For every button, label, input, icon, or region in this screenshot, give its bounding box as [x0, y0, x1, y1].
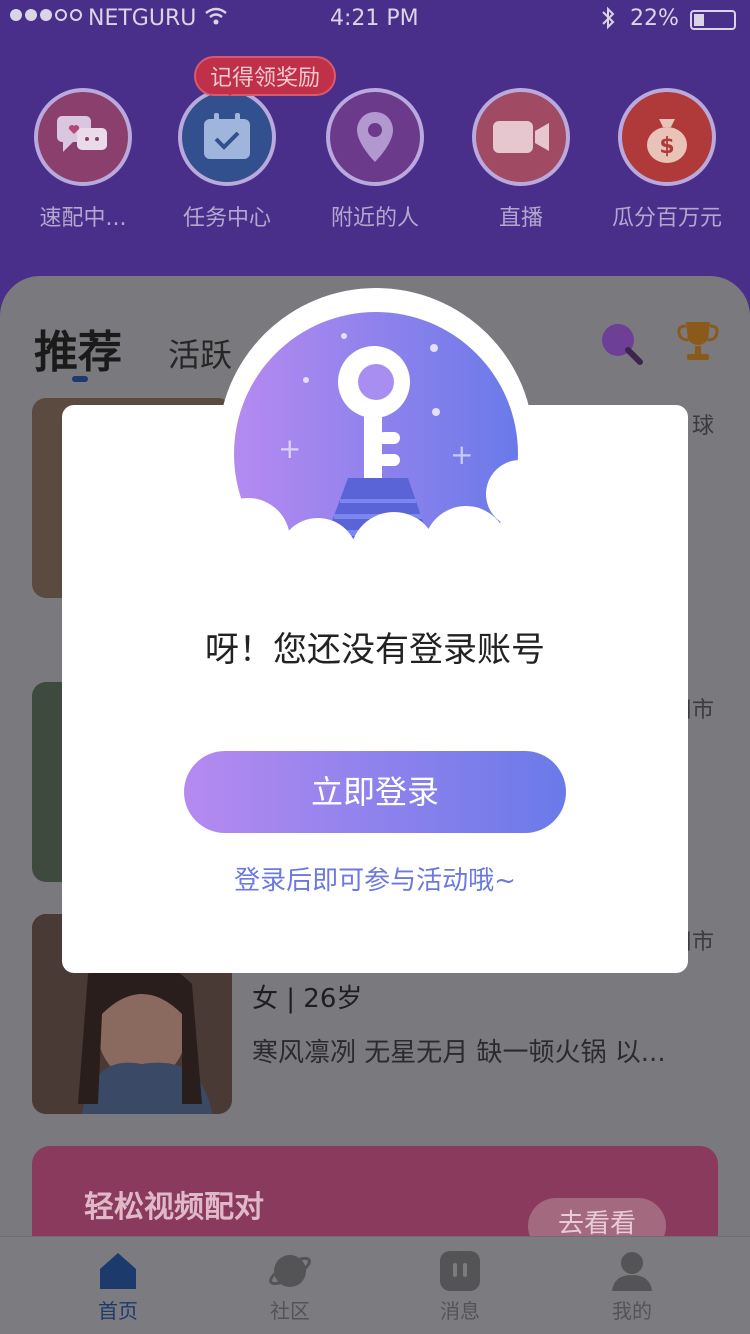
login-now-button[interactable]: 立即登录 — [184, 751, 566, 833]
key-cloud-icon: + + — [206, 286, 554, 604]
svg-text:+: + — [278, 432, 301, 465]
login-required-message: 呀！您还没有登录账号 — [205, 630, 545, 670]
app-screen: NETGURU 4:21 PM 22% 速配中... 任务中心 附近的人 直播 … — [0, 0, 750, 1334]
svg-text:+: + — [450, 438, 473, 471]
login-hint-text: 登录后即可参与活动哦~ — [234, 866, 516, 896]
